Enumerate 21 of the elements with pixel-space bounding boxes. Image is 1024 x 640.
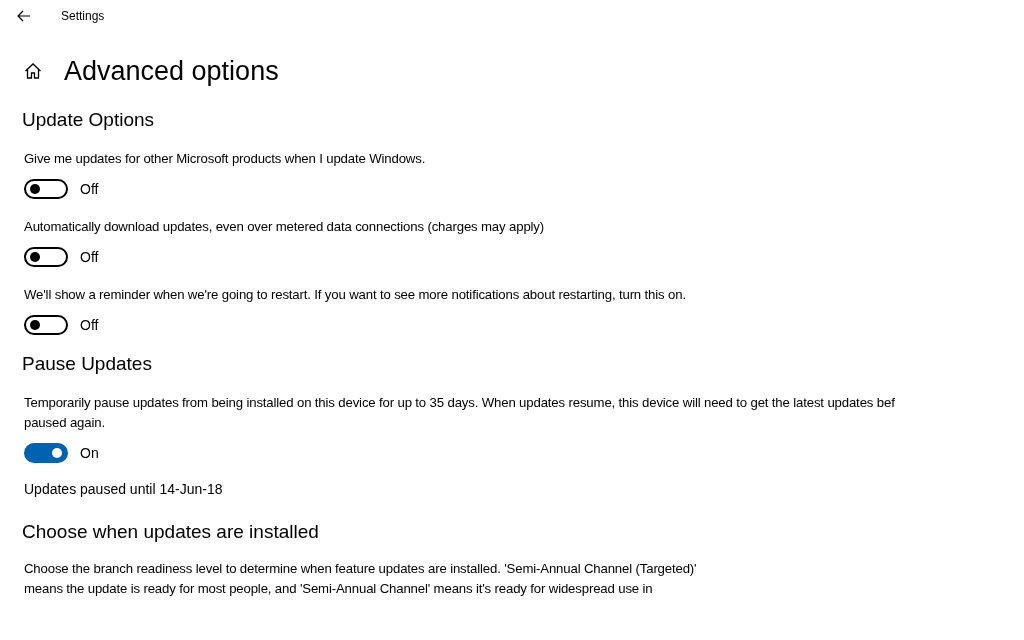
setting-description: We'll show a reminder when we're going to restart. If you want to see more notifications about restarting, turn this on. [24, 286, 686, 304]
page-title: Advanced options [64, 55, 279, 87]
section-description: Choose the branch readiness level to determine when feature updates are installed. 'Semi-Annual Channel (Targeted)' means the update is ready for most people, and 'Semi-Annual Channel' means it's ready for widespread use in [24, 560, 697, 598]
toggle-state-label: Off [80, 317, 99, 333]
section-heading: Pause Updates [22, 353, 153, 375]
toggle-state-label: Off [80, 249, 99, 265]
home-icon[interactable] [24, 62, 42, 80]
window-title: Settings [61, 9, 105, 23]
toggle-switch[interactable] [24, 315, 68, 335]
section-heading: Choose when updates are installed [22, 521, 320, 543]
toggle-switch[interactable] [24, 179, 68, 199]
back-arrow-icon[interactable] [17, 10, 31, 22]
paused-until-text: Updates paused until 14-Jun-18 [24, 481, 224, 497]
setting-description: Temporarily pause updates from being installed on this device for up to 35 days. When updates resume, this device will need to get the latest updates bef paused again. [24, 394, 895, 432]
toggle-state-label: On [80, 445, 99, 461]
toggle-switch[interactable] [24, 247, 68, 267]
toggle-switch[interactable] [24, 443, 68, 463]
toggle-state-label: Off [80, 181, 99, 197]
section-heading: Update Options [22, 109, 156, 131]
setting-description: Give me updates for other Microsoft products when I update Windows. [24, 150, 426, 168]
setting-description: Automatically download updates, even over metered data connections (charges may apply) [24, 218, 545, 236]
